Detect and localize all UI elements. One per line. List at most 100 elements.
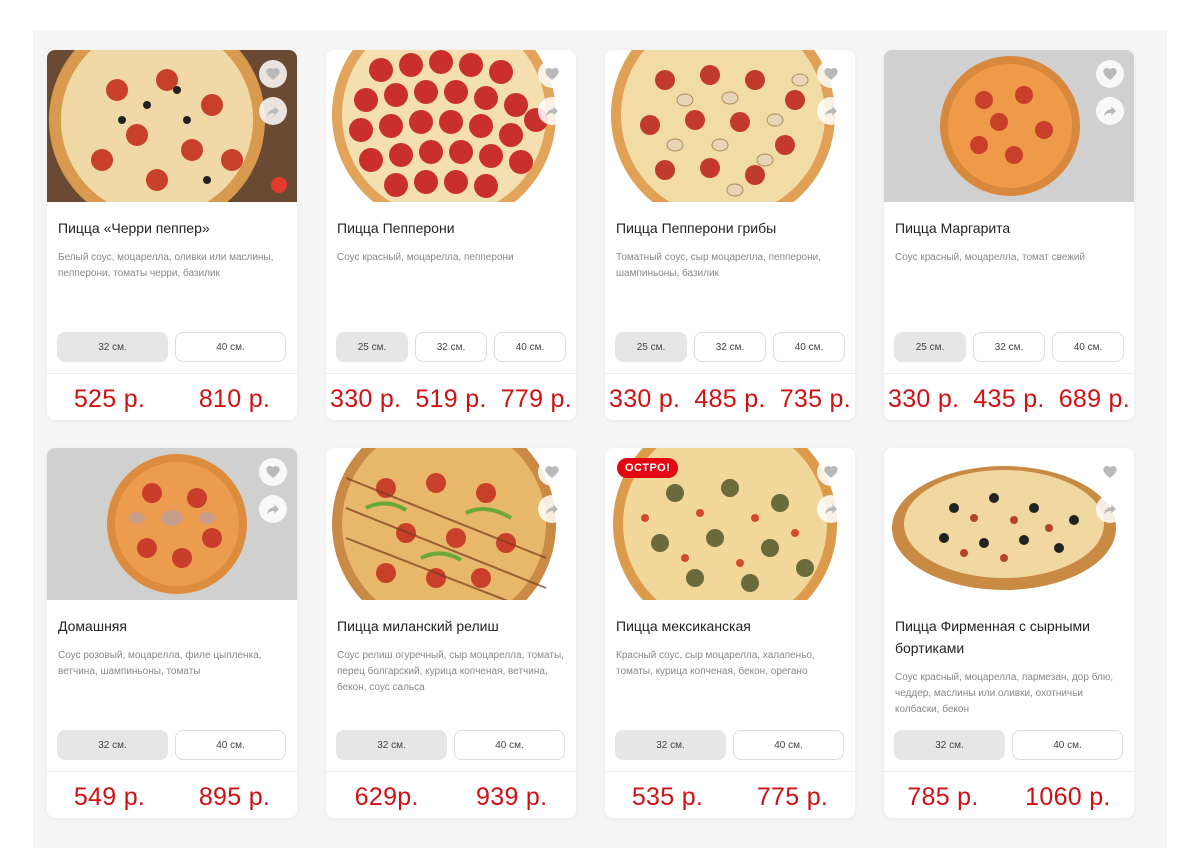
- favorite-heart-icon[interactable]: [259, 458, 287, 486]
- share-icon[interactable]: [259, 97, 287, 125]
- pizza-image[interactable]: [47, 50, 297, 202]
- price: 549 р.: [73, 782, 146, 811]
- price: 775 р.: [756, 782, 829, 811]
- size-option[interactable]: 32 см.: [57, 332, 168, 362]
- size-option[interactable]: 40 см.: [175, 332, 286, 362]
- product-name[interactable]: Пицца Маргарита: [895, 217, 1123, 239]
- divider: [605, 771, 855, 772]
- size-option[interactable]: 32 см.: [973, 332, 1045, 362]
- size-option[interactable]: 40 см.: [773, 332, 845, 362]
- divider: [47, 771, 297, 772]
- price: 535 р.: [631, 782, 704, 811]
- product-name[interactable]: Пицца Пепперони: [337, 217, 565, 239]
- price: 519 р.: [415, 384, 487, 413]
- favorite-heart-icon[interactable]: [538, 60, 566, 88]
- size-option[interactable]: 40 см.: [454, 730, 565, 760]
- pizza-image[interactable]: [605, 50, 855, 202]
- size-option[interactable]: 32 см.: [894, 730, 1005, 760]
- divider: [47, 373, 297, 374]
- favorite-heart-icon[interactable]: [817, 458, 845, 486]
- price: 895 р.: [198, 782, 271, 811]
- pizza-image[interactable]: [884, 50, 1134, 202]
- product-card[interactable]: Пицца миланский релиш Соус релиш огуречн…: [326, 448, 576, 818]
- price: 810 р.: [198, 384, 271, 413]
- share-icon[interactable]: [817, 495, 845, 523]
- share-icon[interactable]: [1096, 97, 1124, 125]
- pizza-image[interactable]: [326, 50, 576, 202]
- price-row: 330 р. 519 р. 779 р.: [326, 382, 576, 416]
- divider: [326, 771, 576, 772]
- size-selector: 25 см. 32 см. 40 см.: [894, 332, 1124, 362]
- share-icon[interactable]: [259, 495, 287, 523]
- size-option[interactable]: 40 см.: [175, 730, 286, 760]
- size-option[interactable]: 40 см.: [1012, 730, 1123, 760]
- price: 689 р.: [1058, 384, 1130, 413]
- price: 330 р.: [888, 384, 960, 413]
- product-description: Соус розовый, моцарелла, филе цыпленка, …: [58, 650, 262, 677]
- product-description: Соус красный, моцарелла, томат свежий: [895, 252, 1086, 263]
- price: 485 р.: [694, 384, 766, 413]
- share-icon[interactable]: [538, 97, 566, 125]
- size-option[interactable]: 40 см.: [1052, 332, 1124, 362]
- favorite-heart-icon[interactable]: [538, 458, 566, 486]
- share-icon[interactable]: [817, 97, 845, 125]
- size-option[interactable]: 32 см.: [415, 332, 487, 362]
- product-name[interactable]: Пицца Пепперони грибы: [616, 217, 844, 239]
- product-name[interactable]: Пицца «Черри пеппер»: [58, 217, 286, 239]
- size-option[interactable]: 25 см.: [894, 332, 966, 362]
- divider: [605, 373, 855, 374]
- product-description: Соус красный, моцарелла, пармезан, дор б…: [895, 672, 1114, 715]
- pizza-image[interactable]: [884, 448, 1134, 600]
- product-name[interactable]: Домашняя: [58, 615, 286, 637]
- price-row: 330 р. 485 р. 735 р.: [605, 382, 855, 416]
- size-option[interactable]: 32 см.: [57, 730, 168, 760]
- size-selector: 25 см. 32 см. 40 см.: [336, 332, 566, 362]
- product-card[interactable]: Домашняя Соус розовый, моцарелла, филе ц…: [47, 448, 297, 818]
- favorite-heart-icon[interactable]: [1096, 60, 1124, 88]
- price: 939 р.: [476, 782, 548, 811]
- divider: [884, 771, 1134, 772]
- size-option[interactable]: 40 см.: [733, 730, 844, 760]
- divider: [884, 373, 1134, 374]
- share-icon[interactable]: [538, 495, 566, 523]
- product-name[interactable]: Пицца Фирменная с сырными бортиками: [895, 615, 1123, 659]
- price-row: 535 р. 775 р.: [605, 780, 855, 814]
- pizza-image[interactable]: [47, 448, 297, 600]
- size-option[interactable]: 32 см.: [615, 730, 726, 760]
- size-selector: 32 см. 40 см.: [57, 730, 287, 760]
- product-name[interactable]: Пицца мексиканская: [616, 615, 844, 637]
- price-row: 549 р. 895 р.: [47, 780, 297, 814]
- price-row: 525 р. 810 р.: [47, 382, 297, 416]
- product-description: Соус релиш огуречный, сыр моцарелла, том…: [337, 650, 564, 693]
- product-card[interactable]: Пицца Маргарита Соус красный, моцарелла,…: [884, 50, 1134, 420]
- product-card[interactable]: Пицца Пепперони Соус красный, моцарелла,…: [326, 50, 576, 420]
- price: 330 р.: [330, 384, 402, 413]
- product-description: Соус красный, моцарелла, пепперони: [337, 252, 514, 263]
- product-description: Томатный соус, сыр моцарелла, пепперони,…: [616, 252, 821, 279]
- size-selector: 32 см. 40 см.: [57, 332, 287, 362]
- size-selector: 32 см. 40 см.: [615, 730, 845, 760]
- product-description: Белый соус, моцарелла, оливки или маслин…: [58, 252, 274, 279]
- price: 629р.: [354, 782, 419, 811]
- share-icon[interactable]: [1096, 495, 1124, 523]
- pizza-image[interactable]: [326, 448, 576, 600]
- size-option[interactable]: 32 см.: [694, 332, 766, 362]
- size-option[interactable]: 25 см.: [615, 332, 687, 362]
- product-card[interactable]: ОСТРО! Пицца мексиканская Красный соус, …: [605, 448, 855, 818]
- size-option[interactable]: 25 см.: [336, 332, 408, 362]
- favorite-heart-icon[interactable]: [1096, 458, 1124, 486]
- product-name[interactable]: Пицца миланский релиш: [337, 615, 565, 637]
- product-card[interactable]: Пицца Пепперони грибы Томатный соус, сыр…: [605, 50, 855, 420]
- price: 779 р.: [500, 384, 572, 413]
- product-card[interactable]: Пицца «Черри пеппер» Белый соус, моцарел…: [47, 50, 297, 420]
- favorite-heart-icon[interactable]: [259, 60, 287, 88]
- pizza-image[interactable]: ОСТРО!: [605, 448, 855, 600]
- divider: [326, 373, 576, 374]
- price-row: 785 р. 1060 р.: [884, 780, 1134, 814]
- size-option[interactable]: 40 см.: [494, 332, 566, 362]
- price-row: 330 р. 435 р. 689 р.: [884, 382, 1134, 416]
- favorite-heart-icon[interactable]: [817, 60, 845, 88]
- size-option[interactable]: 32 см.: [336, 730, 447, 760]
- size-selector: 32 см. 40 см.: [894, 730, 1124, 760]
- product-card[interactable]: Пицца Фирменная с сырными бортиками Соус…: [884, 448, 1134, 818]
